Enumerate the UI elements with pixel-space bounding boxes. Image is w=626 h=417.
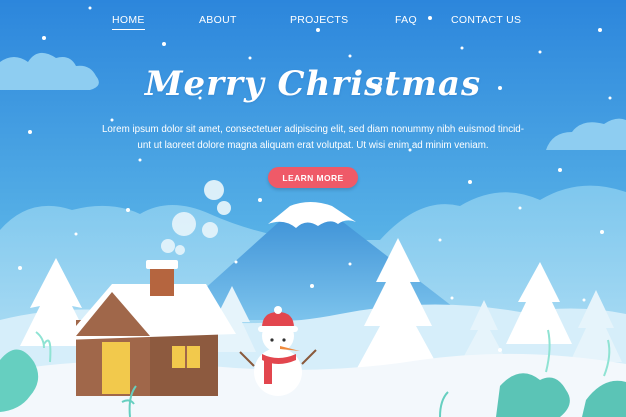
hero-description-line: Lorem ipsum dolor sit amet, consectetuer… [101,124,524,135]
nav-home-link[interactable]: HOME [112,14,145,30]
nav-about-link[interactable]: ABOUT [199,14,237,26]
nav-projects-link[interactable]: PROJECTS [290,14,348,26]
learn-more-button[interactable]: LEARN MORE [268,167,358,188]
hero-title: Merry Christmas [144,64,482,104]
main-navigation: HOME ABOUT PROJECTS FAQ CONTACT US [0,14,626,30]
winter-scene-illustration [0,0,626,417]
nav-faq-link[interactable]: FAQ [395,14,417,26]
hero-description: Lorem ipsum dolor sit amet, consectetuer… [100,122,526,154]
hero-description-line: unt ut laoreet dolore magna aliquam erat… [137,140,489,151]
nav-contact-us-link[interactable]: CONTACT US [451,14,521,26]
